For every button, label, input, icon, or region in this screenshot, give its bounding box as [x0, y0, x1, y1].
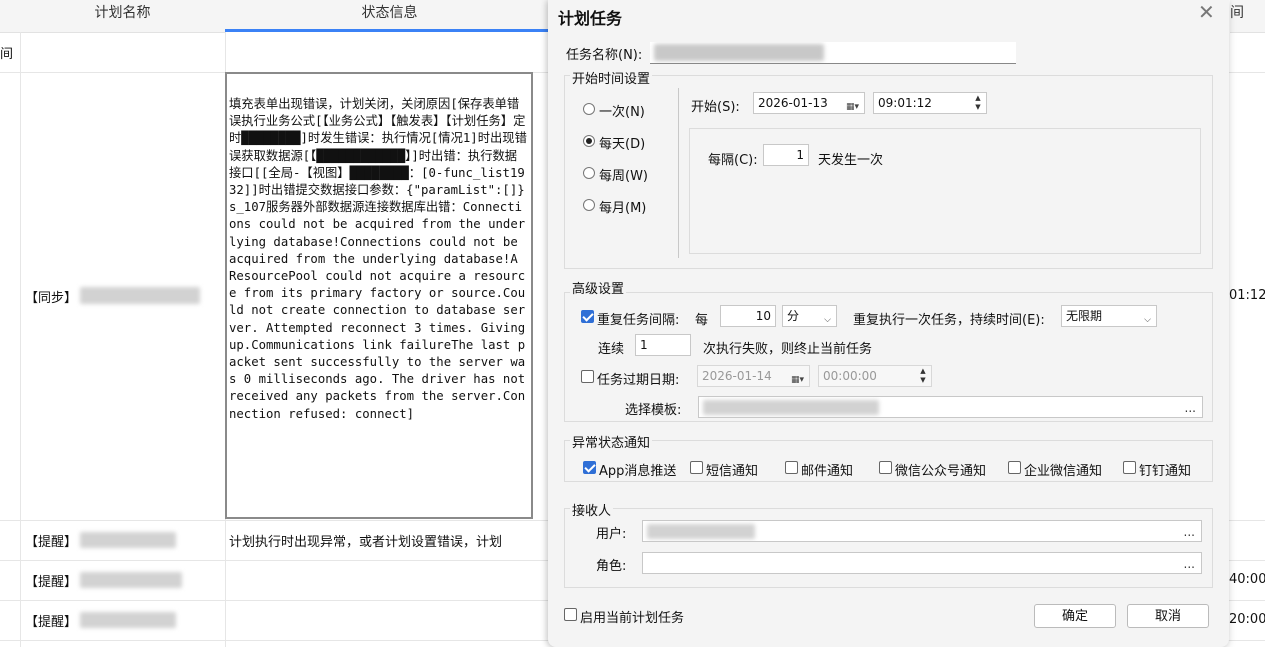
radio-daily-label[interactable]: 每天(D) [599, 133, 645, 152]
column-header-status[interactable]: 状态信息 [225, 0, 555, 32]
advanced-group-title: 高级设置 [570, 278, 627, 297]
template-label: 选择模板: [625, 403, 682, 418]
start-time-input[interactable]: 09:01:12 ▲ ▼ [873, 92, 987, 114]
cancel-button[interactable]: 取消 [1127, 604, 1209, 628]
table-row-tag: 【提醒】 [25, 575, 78, 590]
notify-wecom-label[interactable]: 企业微信通知 [1024, 460, 1102, 479]
time-spinner-icon[interactable]: ▲ ▼ [971, 94, 985, 112]
browse-ellipsis-button[interactable]: ... [1185, 398, 1196, 417]
notify-wechat-official-label[interactable]: 微信公众号通知 [895, 460, 986, 479]
start-label: 开始(S): [691, 100, 740, 115]
repeat-duration-label: 重复执行一次任务，持续时间(E): [853, 313, 1045, 328]
notify-wecom-checkbox[interactable] [1008, 461, 1021, 474]
table-row-time: 01:12 [1229, 288, 1265, 303]
expire-time-value: 00:00:00 [823, 369, 877, 383]
enable-task-label[interactable]: 启用当前计划任务 [580, 607, 684, 626]
table-row-time: 20:00 [1229, 612, 1265, 627]
interval-label: 每隔(C): [708, 153, 758, 168]
repeat-task-checkbox[interactable] [581, 310, 594, 323]
notify-sms-checkbox[interactable] [690, 461, 703, 474]
repeat-unit-select[interactable]: 分 ⌵ [782, 305, 837, 327]
radio-once[interactable] [583, 103, 595, 115]
expire-time-input[interactable]: 00:00:00 ▲ ▼ [818, 365, 932, 387]
task-name-label: 任务名称(N): [566, 48, 643, 63]
redacted-plan-name [80, 287, 200, 304]
schedule-task-dialog: 计划任务 ✕ 任务名称(N): 开始时间设置 一次(N) 每天(D) 每周(W)… [548, 0, 1229, 647]
chevron-down-icon: ⌵ [824, 315, 831, 325]
notify-dingtalk-label[interactable]: 钉钉通知 [1139, 460, 1191, 479]
repeat-duration-value: 无限期 [1066, 309, 1103, 323]
repeat-unit-value: 分 [787, 309, 800, 323]
expire-date-value: 2026-01-14 [702, 369, 772, 383]
time-spinner-icon[interactable]: ▲ ▼ [916, 367, 930, 385]
start-date-picker[interactable]: 2026-01-13 ▦▾ [753, 92, 865, 114]
repeat-task-label[interactable]: 重复任务间隔: [597, 309, 679, 328]
expire-date-picker[interactable]: 2026-01-14 ▦▾ [697, 365, 810, 387]
table-row-tag: 【同步】 [25, 291, 78, 306]
start-time-group-title: 开始时间设置 [570, 68, 653, 87]
table-row-time: 40:00 [1229, 572, 1265, 587]
radio-monthly-label[interactable]: 每月(M) [599, 197, 646, 216]
continuous-label: 连续 [598, 342, 625, 357]
notify-sms-label[interactable]: 短信通知 [706, 460, 758, 479]
notify-email-label[interactable]: 邮件通知 [801, 460, 853, 479]
dialog-title: 计划任务 [558, 9, 623, 28]
start-date-value: 2026-01-13 [758, 96, 828, 110]
radio-once-label[interactable]: 一次(N) [599, 101, 645, 120]
notify-dingtalk-checkbox[interactable] [1123, 461, 1136, 474]
chevron-down-icon: ⌵ [1144, 315, 1151, 325]
radio-weekly[interactable] [583, 167, 595, 179]
continuous-suffix: 次执行失败，则终止当前任务 [703, 342, 873, 357]
redacted-plan-name [80, 532, 176, 548]
receiver-group-title: 接收人 [570, 500, 614, 519]
notify-group-title: 异常状态通知 [570, 432, 653, 451]
continuous-fail-input[interactable]: 1 [635, 334, 691, 356]
calendar-dropdown-icon[interactable]: ▦▾ [791, 370, 804, 386]
notify-wechat-official-checkbox[interactable] [879, 461, 892, 474]
user-label: 用户: [596, 527, 627, 542]
notify-email-checkbox[interactable] [785, 461, 798, 474]
status-detail-cell[interactable]: 填充表单出现错误，计划关闭，关闭原因[保存表单错误执行业务公式[【业务公式】【触… [225, 72, 533, 519]
column-header-time[interactable]: 间 [1230, 0, 1265, 33]
radio-monthly[interactable] [583, 199, 595, 211]
user-input[interactable]: ... [642, 520, 1202, 542]
notify-app-checkbox[interactable] [583, 461, 596, 474]
interval-input[interactable]: 1 [763, 144, 809, 166]
browse-ellipsis-button[interactable]: ... [1184, 522, 1195, 541]
expire-date-checkbox[interactable] [581, 370, 594, 383]
interval-suffix: 天发生一次 [818, 153, 884, 168]
enable-task-checkbox[interactable] [564, 608, 577, 621]
redacted-plan-name [80, 572, 182, 588]
table-row-tag: 【提醒】 [25, 615, 78, 630]
redacted-plan-name [80, 612, 176, 628]
column-header-left [0, 0, 21, 33]
radio-daily[interactable] [583, 135, 595, 147]
repeat-duration-select[interactable]: 无限期 ⌵ [1061, 305, 1157, 327]
task-name-input[interactable] [650, 42, 1016, 64]
close-icon[interactable]: ✕ [1198, 0, 1215, 24]
role-label: 角色: [596, 559, 627, 574]
calendar-dropdown-icon[interactable]: ▦▾ [846, 97, 859, 113]
row-header-partial: 间 [0, 47, 14, 62]
table-row-status: 计划执行时出现异常，或者计划设置错误，计划 [229, 535, 503, 550]
repeat-every-label: 每 [695, 313, 709, 328]
notify-app-label[interactable]: App消息推送 [599, 460, 676, 479]
table-row-tag: 【提醒】 [25, 535, 78, 550]
ok-button[interactable]: 确定 [1034, 604, 1116, 628]
expire-date-label[interactable]: 任务过期日期: [597, 369, 679, 388]
role-input[interactable]: ... [642, 552, 1202, 574]
radio-weekly-label[interactable]: 每周(W) [599, 165, 648, 184]
repeat-interval-input[interactable]: 10 [720, 305, 776, 327]
column-header-plan-name[interactable]: 计划名称 [20, 0, 226, 33]
start-time-value: 09:01:12 [878, 96, 932, 110]
browse-ellipsis-button[interactable]: ... [1184, 554, 1195, 573]
template-select[interactable]: ... [698, 396, 1203, 418]
